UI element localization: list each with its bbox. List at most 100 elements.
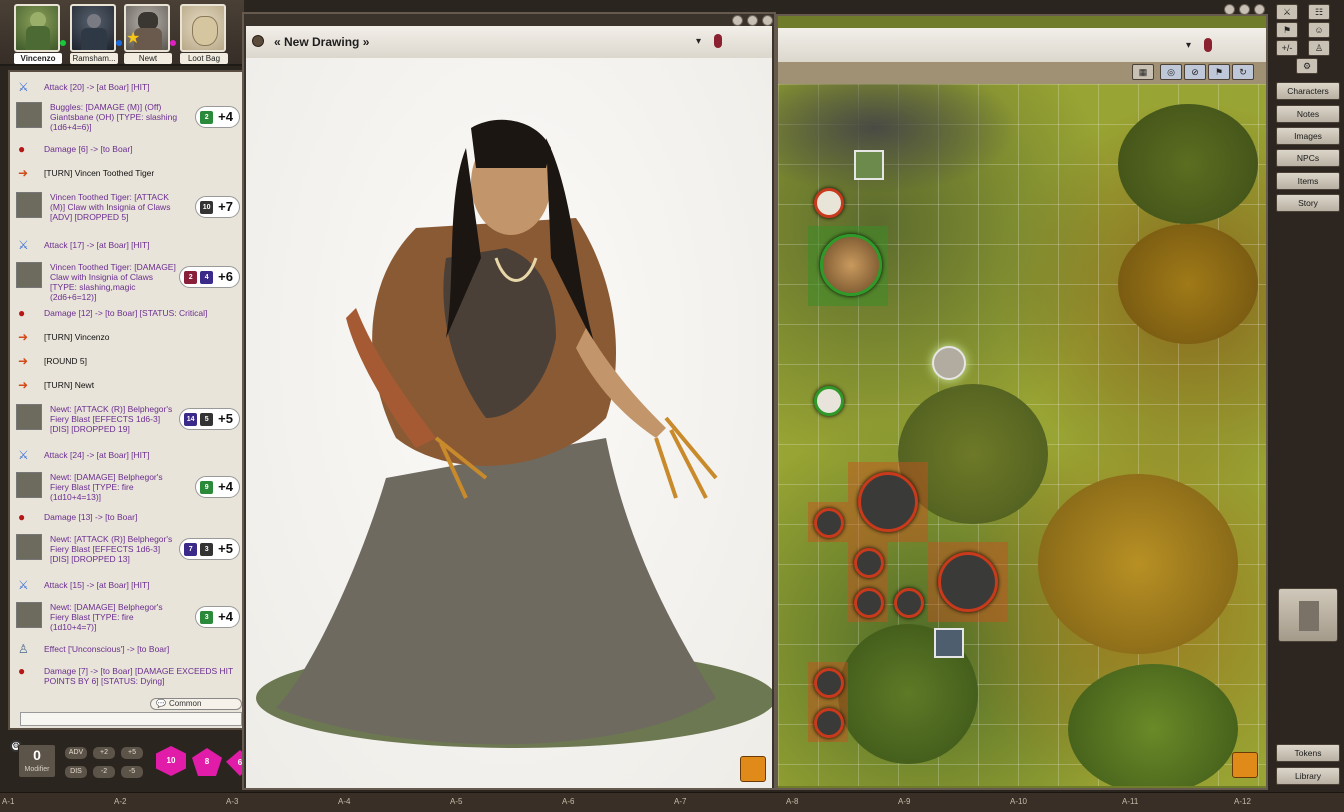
boar-token[interactable] [894,588,924,618]
ruler-label: A-6 [562,797,575,806]
tab-images[interactable]: Images [1276,127,1340,145]
pointer-icon[interactable]: ↻ [1232,64,1254,80]
dis-button[interactable]: DIS [64,765,88,779]
roll-total: +4 [218,109,233,124]
ruler-label: A-5 [450,797,463,806]
chat-log[interactable]: ⚔ Attack [20] -> [at Boar] [HIT] Buggles: … [10,76,242,694]
plus5-button[interactable]: +5 [120,746,144,760]
ramsham-token[interactable] [814,188,844,218]
help-icon[interactable] [1239,4,1250,15]
drawing-title-bar[interactable]: « New Drawing » ▾ [246,26,772,58]
boar-token[interactable] [814,508,844,538]
portrait-image: ★ [124,4,170,52]
chat-portrait [16,192,42,218]
flag-icon[interactable]: ⚑ [1208,64,1230,80]
die-result: 3 [200,542,214,556]
effect-figure-icon: ♙ [18,642,29,656]
share-icon[interactable]: ▾ [696,36,701,47]
adv-button[interactable]: ADV [64,746,88,760]
tab-items[interactable]: Items [1276,172,1340,190]
minimize-icon[interactable] [732,15,743,26]
modifiers-icon[interactable]: +/- [1276,40,1298,56]
dice-roll-result[interactable]: 14 5 +5 [179,408,240,430]
effects-icon[interactable]: ♙ [1308,40,1330,56]
target-icon[interactable]: ◎ [1160,64,1182,80]
die-result: 5 [200,412,214,426]
bottom-ruler: A-1 A-2 A-3 A-4 A-5 A-6 A-7 A-8 A-9 A-10 A-11 A-12 [0,792,1344,812]
d20-die[interactable]: 10 [156,746,186,776]
share-icon[interactable]: ▾ [1186,40,1191,51]
portrait-vincenzo[interactable]: Vincenzo [14,4,66,64]
boar-token[interactable] [814,668,844,698]
lock-icon[interactable] [714,34,722,48]
ruler-label: A-1 [2,797,15,806]
vincenzo-token[interactable] [854,150,884,180]
grid-icon[interactable]: ▦ [1132,64,1154,80]
calendar-icon[interactable]: ⚑ [1276,22,1298,38]
tab-story[interactable]: Story [1276,194,1340,212]
tab-library[interactable]: Library [1276,767,1340,785]
right-sidebar: ⚔ ☷ ⚑ ☺ +/- ♙ ⚙ Characters Notes Images … [1270,0,1344,812]
chat-text: [TURN] Vincen Toothed Tiger [44,168,155,178]
roll-total: +6 [218,269,233,284]
ally-token[interactable] [814,386,844,416]
combat-tracker-icon[interactable]: ⚔ [1276,4,1298,20]
tab-tokens[interactable]: Tokens [1276,744,1340,762]
chat-text: Newt: [DAMAGE] Belphegor's Fiery Blast [… [50,602,163,632]
close-icon[interactable] [1254,4,1265,15]
tower-icon[interactable] [1278,588,1338,642]
gear-icon[interactable]: ⚙ [1296,58,1318,74]
boar-token-large[interactable] [858,472,918,532]
map-title-bar[interactable]: ▾ [778,28,1266,62]
assets-icon[interactable]: ☺ [1308,22,1330,38]
boar-token[interactable] [854,588,884,618]
plus2-button[interactable]: +2 [92,746,116,760]
chat-input[interactable] [20,712,242,726]
dice-roll-result[interactable]: 7 3 +5 [179,538,240,560]
boar-token-large[interactable] [938,552,998,612]
minus5-button[interactable]: -5 [120,765,144,779]
roll-total: +7 [218,199,233,214]
link-icon[interactable] [252,35,264,47]
scale-icon[interactable] [1232,752,1258,778]
status-dot [60,40,66,46]
tree-canopy [1118,224,1258,344]
boar-token[interactable] [854,548,884,578]
dice-roll-result[interactable]: 9 +4 [195,476,240,498]
chat-portrait [16,404,42,430]
chat-mode-label: Common [169,699,202,708]
tab-characters[interactable]: Characters [1276,82,1340,100]
lock-icon[interactable] [1204,38,1212,52]
portrait-loot-bag[interactable]: Loot Bag [180,4,230,64]
tab-notes[interactable]: Notes [1276,105,1340,123]
dice-roll-result[interactable]: 2 +4 [195,106,240,128]
tiger-token[interactable] [820,234,882,296]
portrait-ramsham[interactable]: Ramsham... [70,4,122,64]
close-icon[interactable] [762,15,773,26]
newt-token[interactable] [932,346,966,380]
portrait-name: Ramsham... [70,53,118,64]
dice-roll-result[interactable]: 10 +7 [195,196,240,218]
boar-token[interactable] [814,708,844,738]
d12-die[interactable]: 8 [192,748,222,776]
tab-npcs[interactable]: NPCs [1276,149,1340,167]
party-sheet-icon[interactable]: ☷ [1308,4,1330,20]
help-icon[interactable] [747,15,758,26]
ruler-label: A-10 [1010,797,1027,806]
chat-mode-selector[interactable]: 💬 Common [150,698,242,710]
map-toolbar: ▦ ◎ ⊘ ⚑ ↻ [778,62,1266,84]
chat-text: Damage [12] -> [to Boar] [STATUS: Critic… [44,308,208,318]
modifier-box[interactable]: 0 Modifier [18,744,56,778]
chat-text: Vincen Toothed Tiger: [DAMAGE] Claw with… [50,262,176,302]
scale-icon[interactable] [740,756,766,782]
dice-roll-result[interactable]: 3 +4 [195,606,240,628]
blood-drop-icon: ● [18,306,26,320]
minus2-button[interactable]: -2 [92,765,116,779]
minimize-icon[interactable] [1224,4,1235,15]
dice-roll-result[interactable]: 2 4 +6 [179,266,240,288]
battle-map[interactable] [778,84,1266,786]
modifier-label: Modifier [24,766,50,773]
portrait-newt[interactable]: ★ Newt [124,4,176,64]
hero-token[interactable] [934,628,964,658]
mask-icon[interactable]: ⊘ [1184,64,1206,80]
